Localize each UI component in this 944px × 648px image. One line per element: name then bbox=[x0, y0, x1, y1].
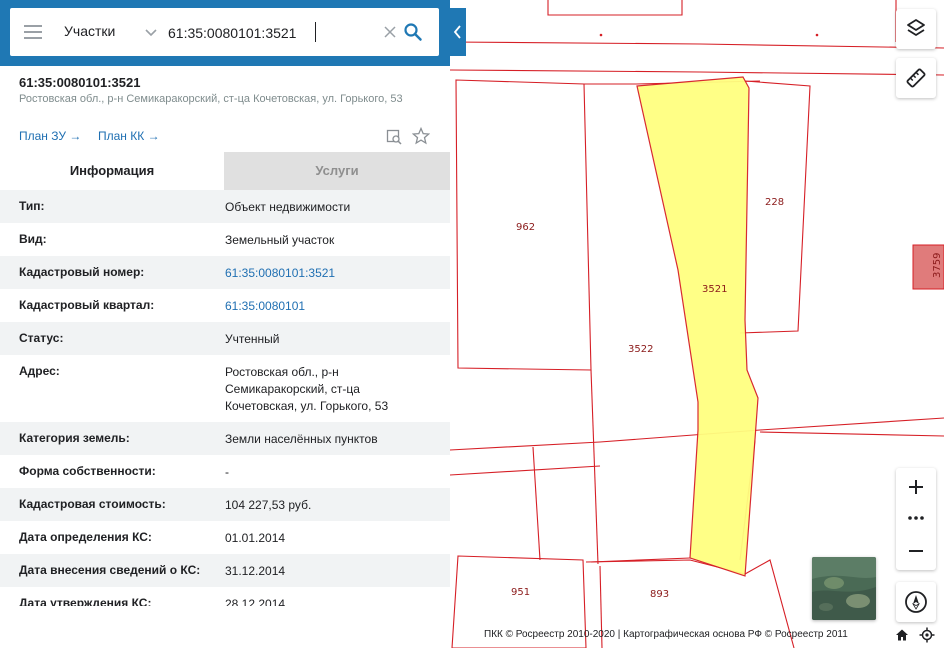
row-key: Кадастровый номер: bbox=[19, 265, 145, 279]
plan-kk-link[interactable]: План КК → bbox=[98, 129, 160, 143]
clear-icon[interactable] bbox=[382, 24, 398, 40]
plot-label-3521: 3521 bbox=[702, 284, 727, 295]
zoom-out-button[interactable] bbox=[896, 532, 936, 570]
row-key: Форма собственности: bbox=[19, 464, 156, 478]
cadastral-number-link[interactable]: 61:35:0080101:3521 bbox=[225, 265, 425, 282]
plot-label-3759: 3759 bbox=[932, 253, 943, 278]
plus-icon bbox=[909, 480, 923, 494]
map-attribution: ПКК © Росреестр 2010-2020 | Картографиче… bbox=[484, 629, 848, 640]
app-root: 962 228 3521 3522 951 893 3759 Участки 6… bbox=[0, 0, 944, 648]
plot-label-3522: 3522 bbox=[628, 344, 653, 355]
row-key: Тип: bbox=[19, 199, 45, 213]
arrow-right-icon: → bbox=[147, 129, 160, 143]
home-icon[interactable] bbox=[895, 628, 909, 642]
search-type-select[interactable]: Участки bbox=[64, 23, 115, 39]
table-row: Кадастровый номер: 61:35:0080101:3521 bbox=[0, 256, 450, 289]
table-row: Категория земель: Земли населённых пункт… bbox=[0, 422, 450, 455]
menu-icon[interactable] bbox=[24, 24, 42, 40]
row-value: Земельный участок bbox=[225, 233, 335, 247]
minus-icon bbox=[909, 550, 923, 552]
more-icon bbox=[908, 516, 924, 520]
find-on-map-icon[interactable] bbox=[386, 129, 402, 145]
plot-label-228: 228 bbox=[765, 197, 784, 208]
row-value: Земли населённых пунктов bbox=[225, 432, 378, 446]
measure-button[interactable] bbox=[896, 58, 936, 98]
row-key: Кадастровый квартал: bbox=[19, 298, 155, 312]
row-key: Дата утверждения КС: bbox=[19, 596, 152, 606]
row-key: Дата определения КС: bbox=[19, 530, 152, 544]
row-key: Вид: bbox=[19, 232, 47, 246]
attributes-table[interactable]: Тип: Объект недвижимости Вид: Земельный … bbox=[0, 190, 450, 606]
plot-label-951: 951 bbox=[511, 587, 530, 598]
chevron-down-icon[interactable] bbox=[144, 25, 158, 39]
text-caret bbox=[315, 22, 316, 42]
table-row: Дата определения КС: 01.01.2014 bbox=[0, 521, 450, 554]
locate-icon[interactable] bbox=[919, 627, 935, 643]
compass-button[interactable] bbox=[896, 582, 936, 622]
search-icon[interactable] bbox=[403, 22, 423, 42]
tab-services[interactable]: Услуги bbox=[224, 152, 450, 190]
basemap-switcher-thumbnail[interactable] bbox=[812, 557, 876, 620]
table-row: Тип: Объект недвижимости bbox=[0, 190, 450, 223]
plan-zu-link[interactable]: План ЗУ → bbox=[19, 129, 81, 143]
plan-kk-label: План КК bbox=[98, 129, 145, 143]
row-value: Учтенный bbox=[225, 332, 280, 346]
table-row: Кадастровый квартал: 61:35:0080101 bbox=[0, 289, 450, 322]
collapse-panel-button[interactable] bbox=[450, 8, 466, 56]
row-key: Категория земель: bbox=[19, 431, 130, 445]
object-header: 61:35:0080101:3521 Ростовская обл., р-н … bbox=[0, 66, 450, 152]
table-row: Кадастровая стоимость: 104 227,53 руб. bbox=[0, 488, 450, 521]
row-value: Объект недвижимости bbox=[225, 200, 351, 214]
layers-icon bbox=[907, 19, 925, 36]
table-row: Вид: Земельный участок bbox=[0, 223, 450, 256]
object-address: Ростовская обл., р-н Семикаракорский, ст… bbox=[19, 93, 403, 105]
more-options-button[interactable] bbox=[896, 504, 936, 532]
row-value: 31.12.2014 bbox=[225, 564, 286, 578]
cadastral-quarter-link[interactable]: 61:35:0080101 bbox=[225, 298, 425, 315]
row-value: 28.12.2014 bbox=[225, 597, 286, 606]
table-row: Дата внесения сведений о КС: 31.12.2014 bbox=[0, 554, 450, 587]
row-value: 01.01.2014 bbox=[225, 531, 286, 545]
info-panel: Участки 61:35:0080101:3521 Ростовская об… bbox=[0, 0, 450, 648]
tab-information[interactable]: Информация bbox=[0, 152, 224, 190]
arrow-right-icon: → bbox=[69, 129, 82, 143]
row-value: - bbox=[225, 465, 229, 479]
zoom-controls bbox=[896, 468, 936, 570]
star-icon[interactable] bbox=[412, 127, 430, 145]
row-key: Статус: bbox=[19, 331, 64, 345]
ruler-icon bbox=[906, 68, 926, 88]
search-input[interactable] bbox=[168, 22, 318, 44]
cadastral-number-title: 61:35:0080101:3521 bbox=[19, 75, 141, 90]
layers-button[interactable] bbox=[896, 9, 936, 49]
table-row: Адрес: Ростовская обл., р-н Семикаракорс… bbox=[0, 355, 450, 422]
plot-label-893: 893 bbox=[650, 589, 669, 600]
info-tabs: Информация Услуги bbox=[0, 152, 450, 190]
row-value: Ростовская обл., р-н Семикаракорский, ст… bbox=[225, 365, 389, 413]
plan-zu-label: План ЗУ bbox=[19, 129, 66, 143]
search-bar: Участки bbox=[0, 0, 450, 66]
compass-icon bbox=[905, 591, 927, 613]
row-key: Адрес: bbox=[19, 364, 60, 378]
plot-label-962: 962 bbox=[516, 222, 535, 233]
table-row: Дата утверждения КС: 28.12.2014 bbox=[0, 587, 450, 606]
search-box: Участки bbox=[10, 8, 439, 56]
row-key: Дата внесения сведений о КС: bbox=[19, 563, 201, 577]
table-row: Форма собственности: - bbox=[0, 455, 450, 488]
row-key: Кадастровая стоимость: bbox=[19, 497, 166, 511]
table-row: Статус: Учтенный bbox=[0, 322, 450, 355]
chevron-left-icon bbox=[453, 25, 461, 39]
row-value: 104 227,53 руб. bbox=[225, 498, 312, 512]
zoom-in-button[interactable] bbox=[896, 468, 936, 504]
